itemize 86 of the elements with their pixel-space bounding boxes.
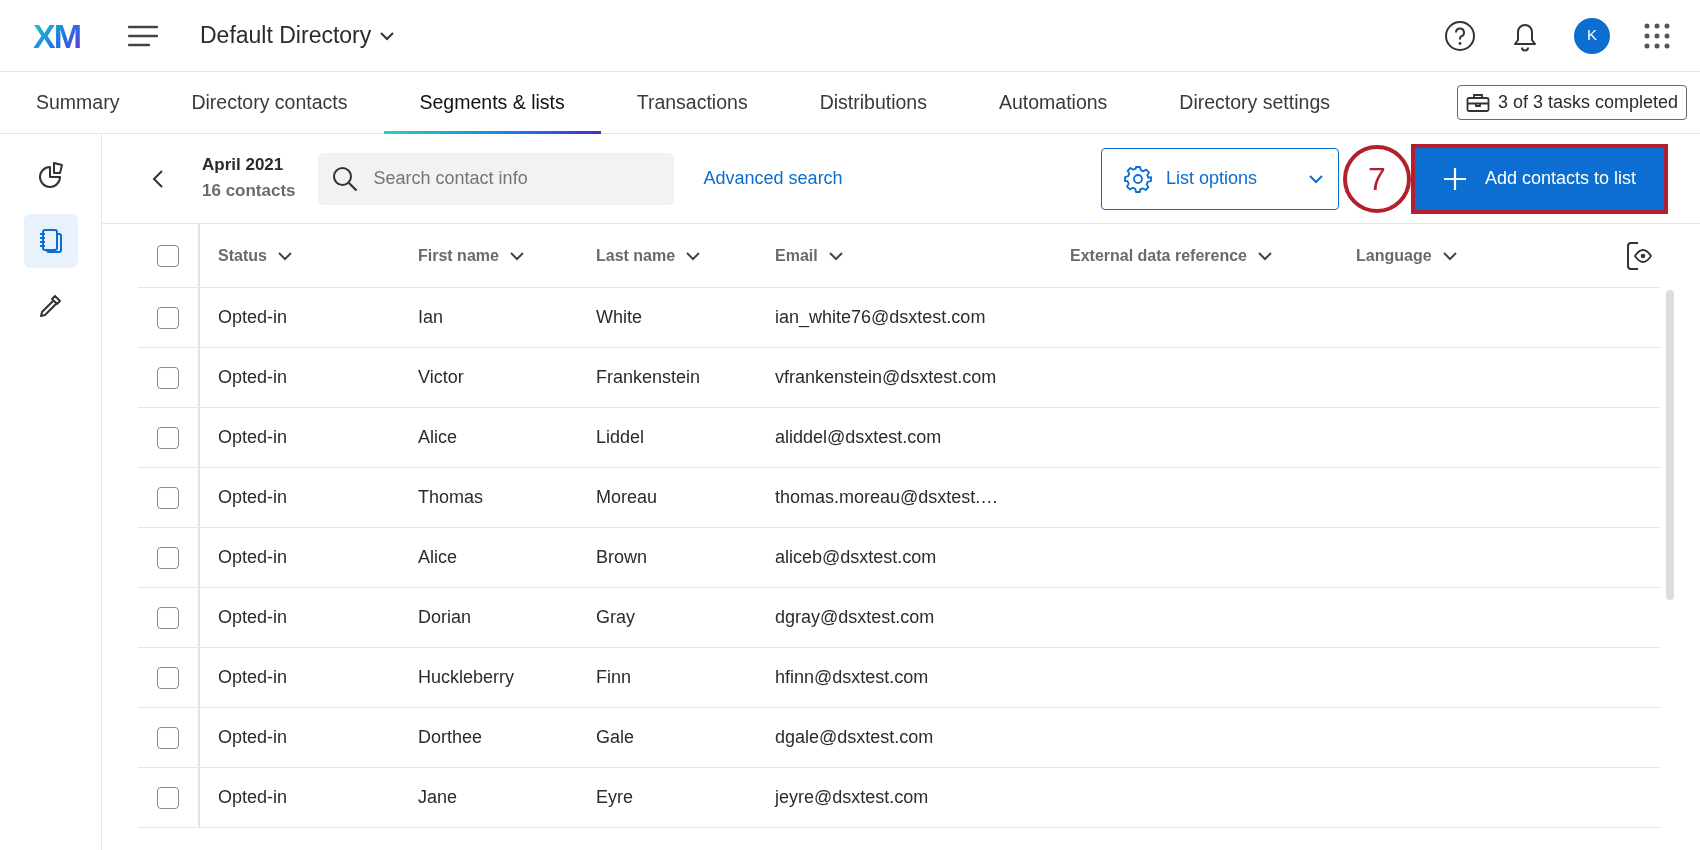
tasks-button[interactable]: 3 of 3 tasks completed: [1456, 85, 1687, 120]
table-cell-text: Thomas: [417, 486, 485, 509]
nav-tab[interactable]: Summary: [0, 71, 156, 134]
row-checkbox[interactable]: [157, 606, 179, 629]
table-cell-text: Opted-in: [217, 486, 289, 509]
gear-icon: [1123, 164, 1152, 193]
table-cell-text: Alice: [417, 426, 458, 449]
plus-icon: [1442, 166, 1467, 191]
sort-chevron-icon[interactable]: [1257, 250, 1273, 261]
step-callout: 7: [1342, 144, 1411, 213]
select-all-checkbox[interactable]: [157, 244, 179, 267]
table-cell-text: Moreau: [595, 486, 659, 509]
advanced-search-link[interactable]: Advanced search: [703, 165, 843, 192]
dropdown-caret-icon: [379, 30, 396, 41]
back-chevron-icon[interactable]: [152, 168, 164, 189]
table-cell-text: Opted-in: [217, 726, 289, 749]
table-cell-text: Brown: [595, 546, 649, 569]
sort-chevron-icon[interactable]: [508, 250, 525, 261]
row-checkbox[interactable]: [157, 486, 179, 509]
table-cell-text: dgray@dsxtest.com: [774, 606, 936, 629]
user-avatar[interactable]: K: [1574, 17, 1610, 54]
column-header[interactable]: Email: [775, 243, 818, 268]
table-cell-text: Liddel: [595, 426, 646, 449]
table-cell-text: aliddel@dsxtest.com: [774, 426, 943, 449]
table-cell-text: Opted-in: [217, 426, 289, 449]
row-checkbox[interactable]: [157, 366, 179, 389]
table-cell-text: aliceb@dsxtest.com: [774, 546, 938, 569]
table-cell-text: Opted-in: [217, 306, 289, 329]
table-cell-text: Eyre: [595, 786, 634, 809]
table-cell-text: Dorian: [417, 606, 473, 629]
nav-tab[interactable]: Segments & lists: [383, 71, 601, 134]
table-cell-text: Ian: [417, 306, 445, 329]
table-cell-text: ian_white76@dsxtest.com: [774, 306, 987, 330]
directory-dropdown[interactable]: Default Directory: [200, 18, 396, 53]
menu-icon[interactable]: [128, 24, 158, 47]
nav-tab[interactable]: Directory contacts: [155, 71, 384, 134]
list-options-button[interactable]: List options: [1100, 147, 1339, 210]
row-checkbox[interactable]: [157, 306, 179, 329]
table-cell-text: Opted-in: [217, 786, 289, 809]
table-cell-text: Finn: [595, 666, 632, 689]
dropdown-caret-icon: [1307, 173, 1324, 184]
sort-chevron-icon[interactable]: [685, 250, 702, 261]
sort-chevron-icon[interactable]: [827, 250, 844, 261]
column-header[interactable]: Language: [1356, 243, 1432, 268]
pie-chart-icon: [36, 161, 65, 189]
sort-chevron-icon[interactable]: [1441, 250, 1458, 261]
row-checkbox[interactable]: [157, 726, 179, 749]
table-cell-text: Dorthee: [417, 726, 484, 749]
table-cell-text: Gray: [595, 606, 636, 629]
column-header[interactable]: Status: [218, 243, 267, 268]
table-cell-text: Gale: [595, 726, 636, 749]
list-title: April 2021: [202, 154, 285, 177]
nav-tab[interactable]: Transactions: [600, 71, 784, 134]
nav-tab[interactable]: Automations: [962, 71, 1144, 134]
table-cell-text: Alice: [417, 546, 458, 569]
nav-tab[interactable]: Directory settings: [1143, 71, 1366, 134]
table-cell-text: White: [595, 306, 643, 329]
scrollbar[interactable]: [1666, 290, 1674, 600]
search-field[interactable]: Search contact info: [317, 152, 674, 205]
table-cell-text: dgale@dsxtest.com: [774, 726, 935, 749]
table-cell-text: Huckleberry: [417, 666, 516, 689]
app-grid-icon[interactable]: [1644, 22, 1670, 49]
table-cell-text: thomas.moreau@dsxtest.…: [774, 486, 1000, 509]
table-cell-text: vfrankenstein@dsxtest.com: [774, 366, 998, 389]
table-cell-text: Jane: [417, 786, 459, 809]
row-checkbox[interactable]: [157, 546, 179, 569]
column-header[interactable]: External data reference: [1070, 243, 1247, 268]
row-checkbox[interactable]: [157, 666, 179, 689]
column-header[interactable]: First name: [418, 243, 499, 268]
sort-chevron-icon[interactable]: [276, 250, 293, 261]
column-visibility-icon[interactable]: [1626, 240, 1652, 271]
table-cell-text: Opted-in: [217, 366, 289, 389]
column-header[interactable]: Last name: [596, 243, 676, 268]
table-cell-text: Opted-in: [217, 546, 289, 569]
row-checkbox[interactable]: [157, 426, 179, 449]
row-checkbox[interactable]: [157, 786, 179, 809]
table-cell-text: Frankenstein: [595, 366, 702, 389]
help-icon[interactable]: [1444, 19, 1476, 52]
table-cell-text: jeyre@dsxtest.com: [773, 786, 930, 809]
contact-count: 16 contacts: [202, 180, 296, 203]
table-cell-text: hfinn@dsxtest.com: [774, 666, 930, 689]
nav-tab[interactable]: Distributions: [783, 71, 963, 134]
table-cell-text: Opted-in: [217, 606, 289, 629]
table-cell-text: Victor: [417, 366, 465, 389]
table-cell-text: Opted-in: [217, 666, 289, 689]
briefcase-icon: [1465, 92, 1490, 113]
